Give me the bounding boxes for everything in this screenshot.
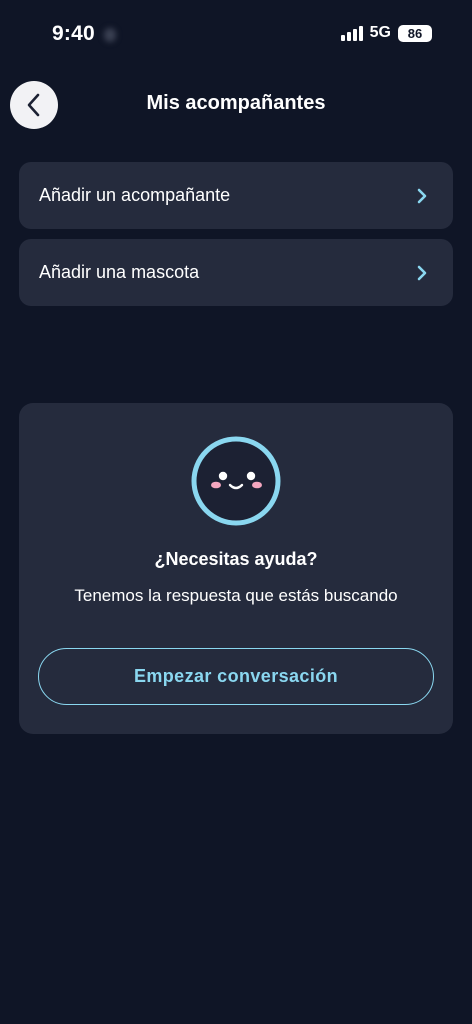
network-label: 5G (369, 24, 391, 41)
signal-icon (340, 25, 363, 41)
help-card: ¿Necesitas ayuda? Tenemos la respuesta q… (19, 403, 453, 734)
help-title: ¿Necesitas ayuda? (154, 549, 318, 569)
status-blurred-indicator (104, 28, 116, 42)
chevron-right-icon (415, 188, 429, 203)
start-conversation-button[interactable]: Empezar conversación (38, 648, 434, 705)
list-item-add-pet[interactable]: Añadir una mascota (19, 239, 453, 306)
chevron-right-icon (415, 265, 429, 280)
status-right: 5G 86 (340, 24, 432, 42)
page-title: Mis acompañantes (146, 92, 326, 114)
list-item-add-companion[interactable]: Añadir un acompañante (19, 162, 453, 229)
screen: 9:40 5G 86 Mis acompañantes Añadir un ac… (0, 0, 472, 1024)
list-item-label: Añadir una mascota (39, 262, 200, 282)
status-time: 9:40 (52, 22, 95, 45)
status-bar: 9:40 5G 86 (0, 0, 472, 70)
list-item-label: Añadir un acompañante (39, 185, 231, 205)
help-subtitle: Tenemos la respuesta que estás buscando (74, 586, 398, 605)
smiley-mascot-icon (190, 435, 282, 527)
battery-icon: 86 (398, 24, 432, 42)
